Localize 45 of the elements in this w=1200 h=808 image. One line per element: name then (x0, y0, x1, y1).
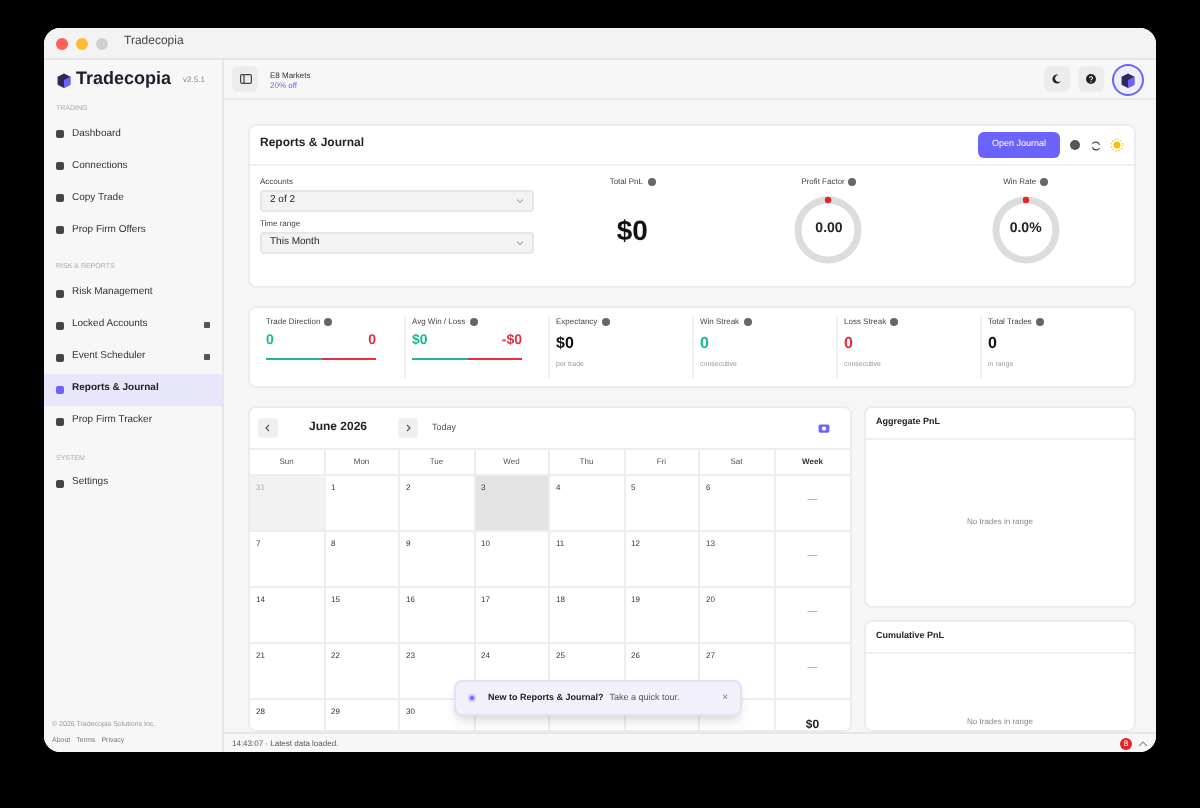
cube-icon (1120, 71, 1136, 87)
camera-icon[interactable] (818, 422, 830, 434)
menu-item-icon (56, 162, 64, 171)
close-window-icon[interactable] (56, 37, 68, 49)
menu-item-icon (56, 194, 64, 203)
info-icon (324, 318, 333, 326)
caret-icon (516, 240, 524, 246)
theme-toggle-button[interactable] (1044, 66, 1070, 92)
chevron-up-icon[interactable] (1138, 739, 1148, 747)
help-icon[interactable] (1070, 140, 1080, 150)
info-icon (647, 178, 655, 186)
chevron-left-icon (264, 424, 272, 432)
info-icon (601, 318, 610, 326)
menu-item-icon (56, 417, 64, 425)
panel-icon (239, 74, 251, 84)
profile-avatar[interactable] (1112, 63, 1144, 95)
chevron-right-icon (404, 424, 412, 432)
help-icon (1086, 74, 1096, 84)
menu-item-icon (56, 479, 64, 488)
menu-item-icon (56, 130, 64, 139)
gauge-marker (1022, 196, 1029, 204)
info-icon (890, 318, 899, 326)
help-button[interactable] (1078, 66, 1104, 92)
caret-icon (516, 198, 524, 204)
stat-value: 0 (988, 332, 999, 356)
moon-icon (1052, 74, 1062, 84)
stat-value: $0 (556, 332, 576, 356)
info-icon (743, 318, 752, 326)
info-icon (848, 178, 857, 186)
brand-name: Tradecopia (76, 66, 172, 93)
refresh-icon[interactable] (1090, 139, 1102, 151)
menu-item-icon (56, 353, 64, 361)
menu-item-icon (56, 385, 64, 393)
menu-item-icon (56, 321, 64, 329)
stat-value: 0 (700, 332, 711, 356)
info-icon (1035, 318, 1044, 326)
stat-value: 0 (844, 332, 855, 356)
sidebar-toggle-button[interactable] (232, 66, 258, 92)
info-icon (469, 318, 478, 326)
gauge-marker (825, 196, 833, 204)
cube-logo-icon (56, 72, 72, 88)
kpi-value: $0 (616, 212, 648, 250)
info-icon (1040, 178, 1049, 186)
menu-item-icon (56, 289, 64, 297)
menu-item-icon (56, 226, 64, 235)
